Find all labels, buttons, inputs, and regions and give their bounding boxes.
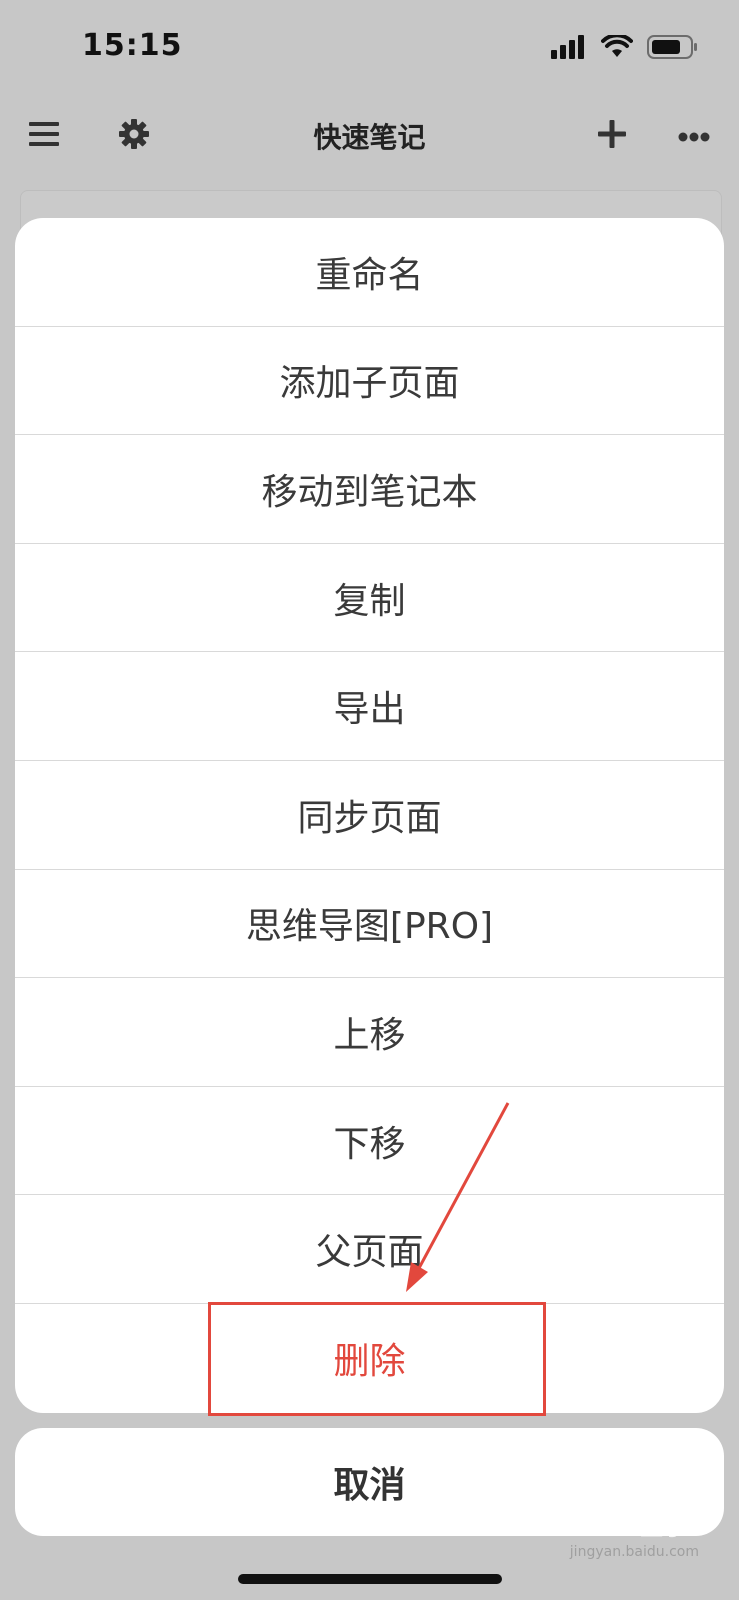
battery-icon xyxy=(647,34,699,64)
mind-map-option[interactable]: 思维导图[PRO] xyxy=(15,870,724,979)
move-down-option[interactable]: 下移 xyxy=(15,1087,724,1196)
move-to-notebook-option[interactable]: 移动到笔记本 xyxy=(15,435,724,544)
home-indicator xyxy=(238,1574,502,1584)
status-icons xyxy=(551,33,699,64)
rename-option[interactable]: 重命名 xyxy=(15,218,724,327)
watermark-brand: Baidu 经验 xyxy=(502,1503,699,1543)
watermark-url: jingyan.baidu.com xyxy=(569,1544,699,1560)
parent-page-option[interactable]: 父页面 xyxy=(15,1195,724,1304)
baidu-watermark: Baidu 经验 jingyan.baidu.com xyxy=(502,1495,699,1560)
delete-option[interactable]: 删除 xyxy=(15,1304,724,1413)
more-dots-icon xyxy=(678,127,710,146)
action-sheet: 重命名 添加子页面 移动到笔记本 复制 导出 同步页面 思维导图[PRO] 上移… xyxy=(15,218,724,1413)
more-button[interactable] xyxy=(672,114,716,158)
copy-option[interactable]: 复制 xyxy=(15,544,724,653)
wifi-icon xyxy=(601,33,633,63)
status-bar: 15:15 xyxy=(0,0,739,96)
cellular-signal-icon xyxy=(551,35,587,63)
navigation-bar: 快速笔记 xyxy=(0,96,739,186)
plus-icon xyxy=(598,120,626,152)
status-time: 15:15 xyxy=(82,28,183,63)
move-up-option[interactable]: 上移 xyxy=(15,978,724,1087)
add-subpage-option[interactable]: 添加子页面 xyxy=(15,327,724,436)
sync-page-option[interactable]: 同步页面 xyxy=(15,761,724,870)
export-option[interactable]: 导出 xyxy=(15,652,724,761)
add-button[interactable] xyxy=(590,114,634,158)
